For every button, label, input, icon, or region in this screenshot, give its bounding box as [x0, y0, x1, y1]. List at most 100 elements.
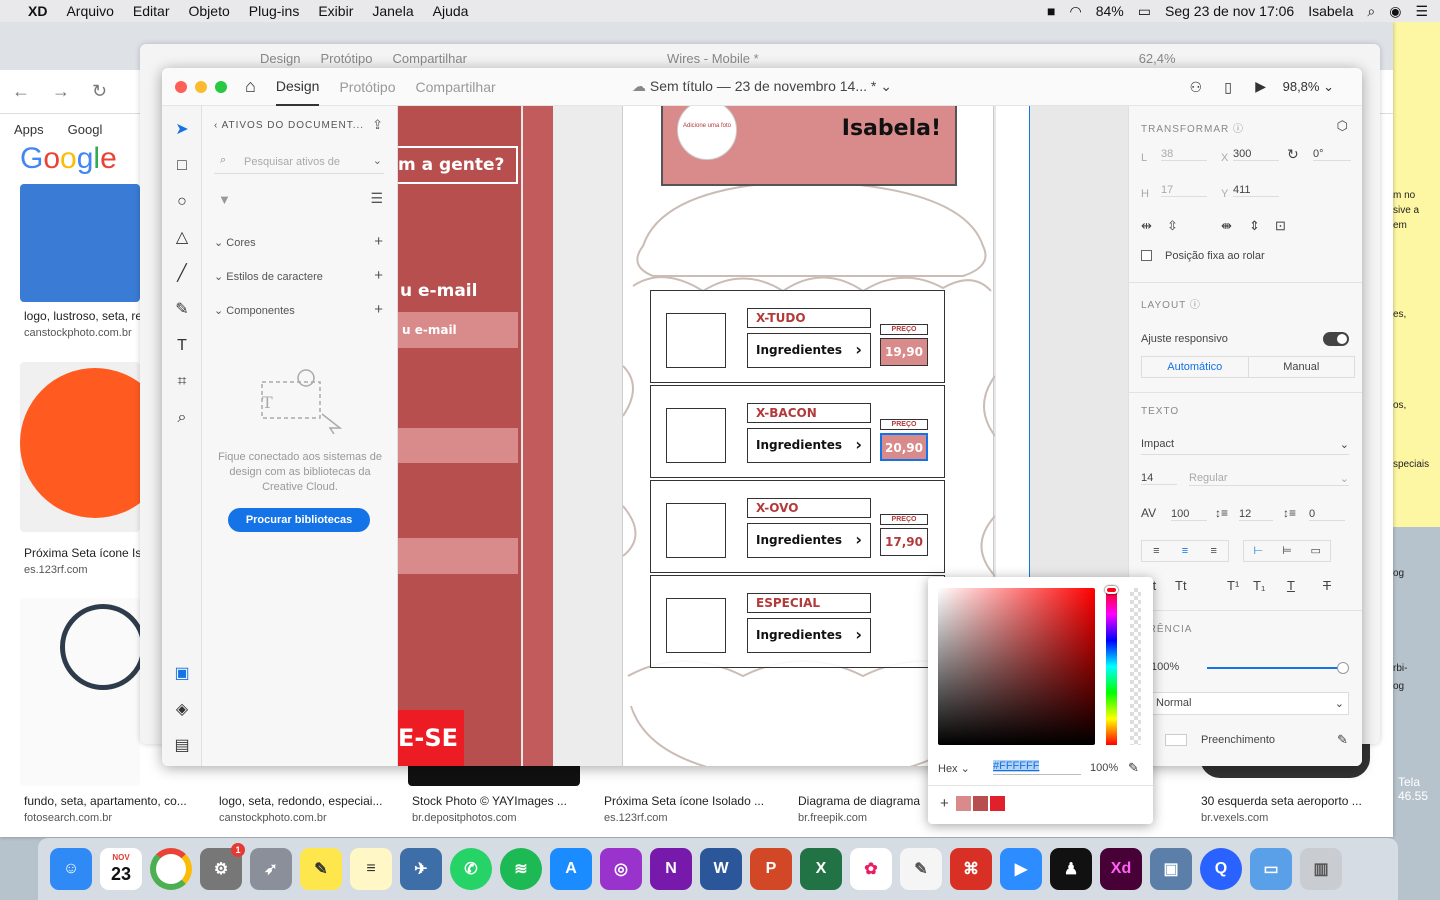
- hue-handle[interactable]: [1105, 586, 1118, 594]
- add-color-icon[interactable]: +: [374, 233, 383, 250]
- add-component-icon[interactable]: +: [374, 301, 383, 318]
- font-weight-select[interactable]: Regular ⌄: [1189, 472, 1349, 486]
- notification-center-icon[interactable]: ☰: [1415, 3, 1428, 20]
- textedit-icon[interactable]: ✎: [900, 848, 942, 890]
- greeting-text[interactable]: Isabela!: [842, 116, 941, 141]
- back-tab-prototype[interactable]: Protótipo: [320, 51, 372, 66]
- line-tool-icon[interactable]: ╱: [172, 264, 192, 284]
- form-field-2[interactable]: [398, 428, 518, 463]
- play-icon[interactable]: ▶: [1255, 78, 1266, 95]
- align-left-icon[interactable]: ≡: [1142, 541, 1171, 561]
- red-artboard[interactable]: m a gente? u e-mail u e-mail E-SE: [398, 106, 521, 766]
- menu-plugins[interactable]: Plug-ins: [249, 3, 300, 19]
- fill-swatch[interactable]: [1165, 734, 1187, 746]
- wifi-icon[interactable]: ◠: [1070, 3, 1082, 20]
- tab-prototype[interactable]: Protótipo: [339, 68, 395, 106]
- notes-icon[interactable]: ≡: [350, 848, 392, 890]
- product-card-xovo[interactable]: X-OVO Ingredientes › PREÇO 17,90: [650, 480, 945, 573]
- chevron-down-icon[interactable]: ⌄: [373, 154, 382, 167]
- back-tab-design[interactable]: Design: [260, 51, 300, 66]
- section-colors[interactable]: ⌄ Cores: [214, 236, 256, 249]
- user-name[interactable]: Isabela: [1308, 3, 1353, 19]
- tab-design[interactable]: Design: [275, 68, 320, 106]
- rotation-field[interactable]: 0°: [1313, 148, 1351, 161]
- kindle-icon[interactable]: ♟: [1050, 848, 1092, 890]
- word-icon[interactable]: W: [700, 848, 742, 890]
- close-window-button[interactable]: [175, 80, 187, 93]
- point-text-icon[interactable]: ⊢: [1244, 541, 1273, 561]
- zoom-level[interactable]: 98,8% ⌄: [1283, 79, 1334, 95]
- distribute-h-icon[interactable]: ⇼: [1221, 218, 1232, 234]
- section-char-styles[interactable]: ⌄ Estilos de caractere: [214, 270, 323, 283]
- assets-search[interactable]: ⌕ Pesquisar ativos de ⌄: [214, 150, 384, 174]
- menu-app[interactable]: XD: [28, 3, 47, 19]
- titlecase-button[interactable]: Tt: [1175, 578, 1187, 593]
- tracking-field[interactable]: 100: [1171, 508, 1207, 521]
- pen-tool-icon[interactable]: ✎: [172, 300, 192, 320]
- product-image[interactable]: [666, 313, 726, 368]
- header-banner[interactable]: Adicione uma foto Isabela!: [661, 106, 957, 186]
- y-field[interactable]: 411: [1233, 184, 1279, 197]
- zoom-icon[interactable]: ▶: [1000, 848, 1042, 890]
- spotify-icon[interactable]: ≋: [500, 848, 542, 890]
- whatsapp-icon[interactable]: ✆: [450, 848, 492, 890]
- document-title[interactable]: ☁ Sem título — 23 de novembro 14... * ⌄: [632, 78, 892, 95]
- plugins-panel-icon[interactable]: ▤: [172, 736, 192, 756]
- product-card-especial[interactable]: ESPECIAL Ingredientes› 2: [650, 575, 946, 668]
- font-size-field[interactable]: 14: [1141, 472, 1177, 485]
- align-center-icon[interactable]: ⊡: [1275, 218, 1286, 234]
- menu-exibir[interactable]: Exibir: [318, 3, 353, 19]
- podcasts-icon[interactable]: ◎: [600, 848, 642, 890]
- share-icon[interactable]: ⇪: [372, 117, 383, 133]
- auto-mode-button[interactable]: Automático: [1142, 357, 1249, 377]
- form-field-3[interactable]: [398, 538, 518, 574]
- section-components[interactable]: ⌄ Componentes: [214, 304, 295, 317]
- artboard-tool-icon[interactable]: ⌗: [172, 372, 192, 392]
- product-card-xtudo[interactable]: X-TUDO Ingredientes › PREÇO 19,90: [650, 290, 945, 383]
- line-height-field[interactable]: 12: [1239, 508, 1273, 521]
- menu-janela[interactable]: Janela: [372, 3, 413, 19]
- fixed-scroll-checkbox[interactable]: [1141, 250, 1152, 261]
- saturation-field[interactable]: [938, 588, 1095, 745]
- calendar-icon[interactable]: NOV 23: [100, 848, 142, 890]
- back-doc-title[interactable]: Wires - Mobile *: [667, 51, 759, 66]
- product-image[interactable]: [666, 598, 726, 653]
- alpha-slider[interactable]: [1130, 588, 1141, 745]
- blend-mode-select[interactable]: Normal ⌄: [1151, 692, 1349, 715]
- opacity-slider[interactable]: [1207, 667, 1345, 669]
- distribute-v-icon[interactable]: ⇕: [1249, 218, 1260, 234]
- email-field[interactable]: u e-mail: [398, 312, 518, 348]
- menu-objeto[interactable]: Objeto: [189, 3, 230, 19]
- adobe-xd-icon[interactable]: Xd: [1100, 848, 1142, 890]
- result-4[interactable]: logo, seta, redondo, especiai... canstock…: [219, 794, 399, 824]
- add-char-style-icon[interactable]: +: [374, 267, 383, 284]
- trash-icon[interactable]: ▥: [1300, 848, 1342, 890]
- strikethrough-icon[interactable]: T: [1323, 578, 1331, 593]
- photos-icon[interactable]: ✿: [850, 848, 892, 890]
- height-field[interactable]: 17: [1161, 184, 1207, 197]
- ellipse-tool-icon[interactable]: ○: [172, 192, 192, 212]
- color-swatch-3[interactable]: [990, 796, 1005, 811]
- color-mode-select[interactable]: Hex ⌄: [938, 762, 970, 775]
- preview-icon[interactable]: ✈: [400, 848, 442, 890]
- flip-vertical-icon[interactable]: ⇳: [1167, 218, 1178, 234]
- x-field[interactable]: 300: [1233, 148, 1279, 161]
- subscript-icon[interactable]: T₁: [1253, 578, 1265, 593]
- system-preferences-icon[interactable]: ⚙ 1: [200, 843, 245, 890]
- list-view-icon[interactable]: ☰: [370, 190, 383, 207]
- folder-icon[interactable]: ▭: [1250, 848, 1292, 890]
- font-family-select[interactable]: Impact ⌄: [1141, 438, 1349, 455]
- eyedropper-icon[interactable]: ✎: [1128, 760, 1139, 776]
- mobile-preview-icon[interactable]: ▯: [1224, 79, 1232, 96]
- invite-icon[interactable]: ⚇: [1189, 79, 1202, 96]
- minimize-window-button[interactable]: [195, 80, 207, 93]
- image-capture-icon[interactable]: ▣: [1150, 848, 1192, 890]
- forward-icon[interactable]: →: [52, 81, 70, 102]
- bookmark-google[interactable]: Googl: [68, 122, 103, 137]
- acrobat-icon[interactable]: ⌘: [950, 848, 992, 890]
- responsive-toggle[interactable]: [1323, 332, 1349, 346]
- align-right-icon[interactable]: ≡: [1199, 541, 1228, 561]
- result-thumb-2[interactable]: [20, 362, 140, 532]
- finder-icon[interactable]: ☺: [50, 848, 92, 890]
- google-logo[interactable]: Google: [20, 142, 117, 176]
